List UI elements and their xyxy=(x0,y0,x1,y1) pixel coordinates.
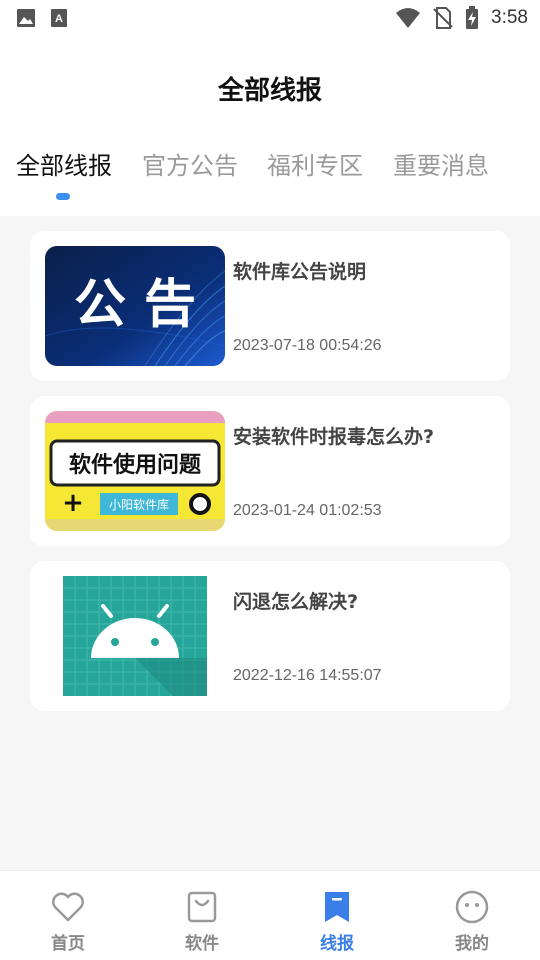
tab-all-tips[interactable]: 全部线报 xyxy=(16,146,112,181)
card-date: 2023-07-18 00:54:26 xyxy=(233,337,382,354)
bookmark-icon xyxy=(325,892,349,922)
card-title: 闪退怎么解决? xyxy=(233,591,359,613)
smiley-face-icon xyxy=(455,890,489,924)
no-sim-icon xyxy=(433,7,453,29)
tab-important-news[interactable]: 重要消息 xyxy=(393,146,489,181)
thumbnail-announcement-text: 公 告 xyxy=(74,274,196,335)
android-logo-thumbnail xyxy=(45,576,225,696)
nav-mine-label: 我的 xyxy=(455,934,489,954)
announcement-thumbnail: 公 告 xyxy=(45,246,225,366)
text-a-icon: A xyxy=(51,9,67,27)
card-title: 安装软件时报毒怎么办? xyxy=(233,426,435,448)
card-title: 软件库公告说明 xyxy=(233,261,367,283)
card-date: 2022-12-16 14:55:07 xyxy=(233,667,382,684)
nav-software-label: 软件 xyxy=(185,934,219,954)
page-title: 全部线报 xyxy=(217,76,322,106)
header: 全部线报 全部线报 官方公告 福利专区 重要消息 xyxy=(0,36,540,216)
nav-software[interactable]: 软件 xyxy=(162,889,242,954)
tab-bar: 全部线报 官方公告 福利专区 重要消息 xyxy=(0,146,540,206)
software-usage-thumbnail: 软件使用问题 小阳软件库 + xyxy=(45,411,225,531)
status-bar: A 3:58 xyxy=(0,0,540,36)
thumbnail-library-text: 小阳软件库 xyxy=(109,497,169,512)
nav-home-label: 首页 xyxy=(51,934,85,954)
bottom-nav: 首页 软件 线报 我的 xyxy=(0,870,540,960)
status-left: A xyxy=(16,8,68,28)
status-right: 3:58 xyxy=(395,6,528,30)
active-tab-indicator xyxy=(56,193,70,200)
tab-official-announcements[interactable]: 官方公告 xyxy=(142,146,238,181)
list-item[interactable]: 闪退怎么解决? 2022-12-16 14:55:07 xyxy=(30,561,510,711)
wifi-icon xyxy=(396,8,421,28)
heart-icon xyxy=(52,892,84,922)
svg-text:+: + xyxy=(62,488,84,518)
nav-tips[interactable]: 线报 xyxy=(297,889,377,954)
svg-text:A: A xyxy=(55,13,63,25)
image-icon xyxy=(17,9,35,27)
card-date: 2023-01-24 01:02:53 xyxy=(233,502,382,519)
thumbnail-usage-text: 软件使用问题 xyxy=(69,452,202,478)
nav-home[interactable]: 首页 xyxy=(28,889,108,954)
battery-charging-icon xyxy=(466,6,479,29)
list-item[interactable]: 公 告 软件库公告说明 2023-07-18 00:54:26 xyxy=(30,231,510,381)
nav-mine[interactable]: 我的 xyxy=(432,889,512,954)
status-time: 3:58 xyxy=(491,7,528,28)
nav-tips-label: 线报 xyxy=(320,934,354,954)
shopping-bag-icon xyxy=(187,891,217,923)
tab-welfare-zone[interactable]: 福利专区 xyxy=(267,146,363,181)
list-item[interactable]: 软件使用问题 小阳软件库 + 安装软件时报毒怎么办? 2023-01-24 01… xyxy=(30,396,510,546)
